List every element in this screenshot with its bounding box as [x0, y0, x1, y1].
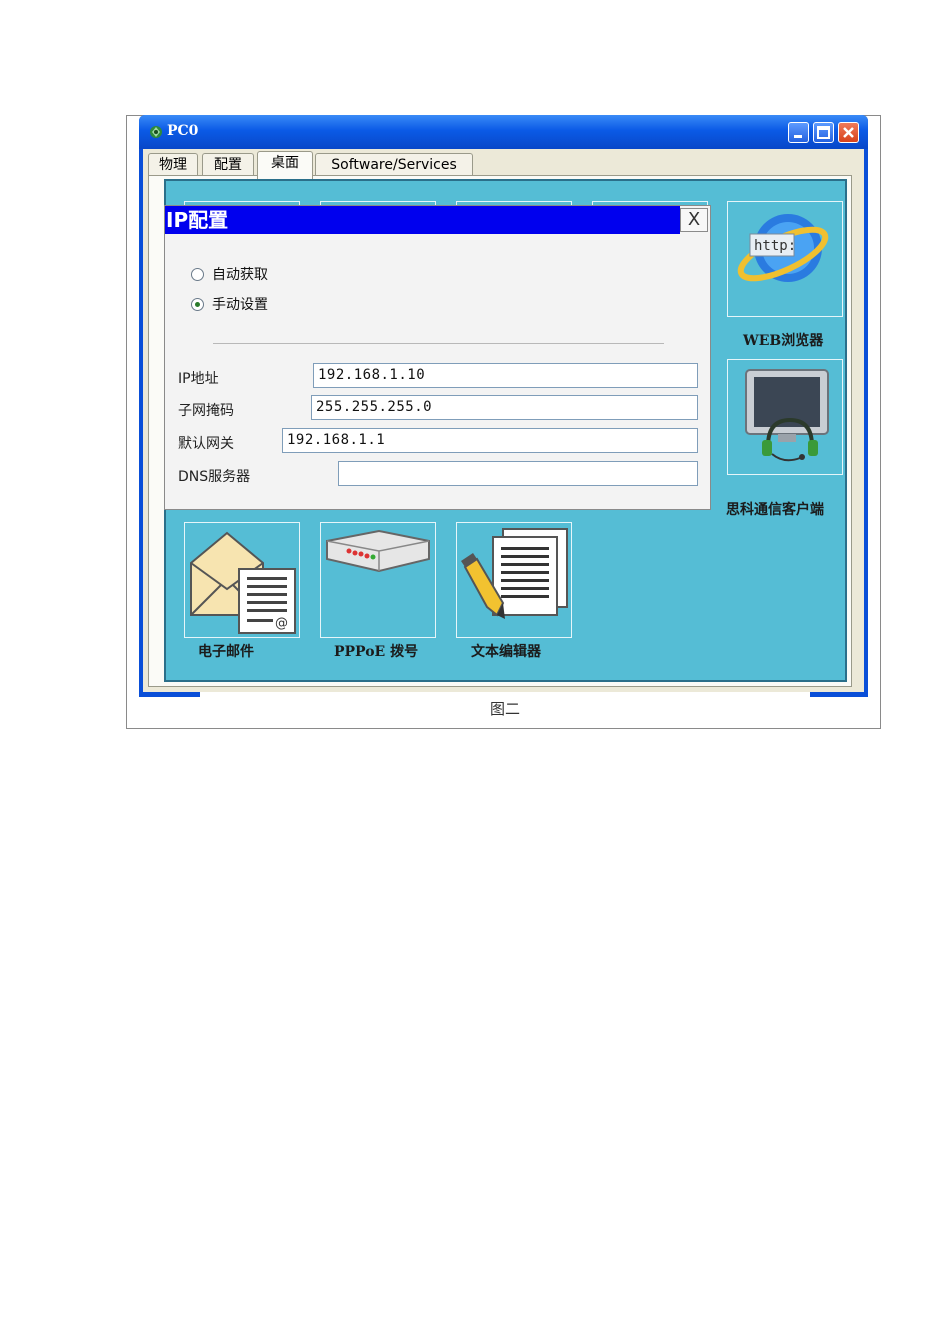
gateway-input[interactable]: 192.168.1.1	[282, 428, 698, 453]
dns-server-label: DNS服务器	[178, 469, 251, 485]
tab-label: Software/Services	[331, 157, 457, 173]
close-icon: X	[687, 209, 701, 230]
maximize-icon	[817, 126, 830, 139]
window-titlebar[interactable]: PC0	[139, 115, 868, 149]
ip-address-label: IP地址	[178, 371, 219, 387]
ip-config-close-button[interactable]: X	[680, 208, 708, 232]
ip-config-dialog: IP配置 X 自动获取 手动设置 IP地址 192.168.1.10 子网掩码 …	[164, 205, 711, 510]
envelope-icon: @	[190, 531, 296, 634]
window-title: PC0	[167, 123, 199, 139]
tab-label: 配置	[214, 157, 242, 173]
tab-physical[interactable]: 物理	[148, 153, 198, 177]
separator	[213, 343, 664, 344]
minimize-icon	[794, 135, 802, 138]
packet-tracer-icon	[150, 126, 162, 138]
svg-text:http:: http:	[754, 238, 796, 254]
dns-server-input[interactable]	[338, 461, 698, 486]
maximize-button[interactable]	[813, 122, 834, 143]
radio-label: 自动获取	[212, 267, 268, 283]
tab-config[interactable]: 配置	[202, 153, 254, 177]
subnet-mask-input[interactable]: 255.255.255.0	[311, 395, 698, 420]
web-browser-label: WEB浏览器	[743, 333, 824, 349]
svg-text:@: @	[275, 616, 288, 631]
tab-desktop[interactable]: 桌面	[257, 151, 313, 179]
pppoe-tile[interactable]	[320, 522, 436, 638]
ip-address-input[interactable]: 192.168.1.10	[313, 363, 698, 388]
ie-http-icon: http:	[737, 214, 829, 282]
email-tile[interactable]: @	[184, 522, 300, 638]
tab-label: 物理	[159, 157, 187, 173]
gateway-label: 默认网关	[178, 436, 234, 452]
figure-caption: 图二	[490, 700, 521, 718]
text-editor-label: 文本编辑器	[471, 644, 541, 660]
radio-circle[interactable]	[191, 297, 204, 311]
modem-icon	[326, 529, 430, 573]
tab-software-services[interactable]: Software/Services	[315, 153, 473, 177]
email-label: 电子邮件	[198, 644, 254, 660]
monitor-headset-icon	[745, 369, 829, 462]
cisco-client-label: 思科通信客户端	[726, 502, 824, 518]
radio-static[interactable]: 手动设置	[191, 294, 268, 314]
text-editor-tile[interactable]	[456, 522, 572, 638]
tab-label: 桌面	[271, 155, 299, 171]
radio-circle[interactable]	[191, 267, 204, 281]
document-pencil-icon	[461, 528, 568, 619]
cisco-client-tile[interactable]	[727, 359, 843, 475]
ip-config-title: IP配置	[165, 206, 680, 234]
radio-label: 手动设置	[212, 297, 268, 313]
subnet-mask-label: 子网掩码	[178, 403, 234, 419]
close-button[interactable]	[838, 122, 859, 143]
minimize-button[interactable]	[788, 122, 809, 143]
close-icon	[843, 127, 854, 138]
radio-dhcp[interactable]: 自动获取	[191, 264, 268, 284]
web-browser-tile[interactable]: http:	[727, 201, 843, 317]
pppoe-label: PPPoE 拨号	[334, 644, 419, 660]
